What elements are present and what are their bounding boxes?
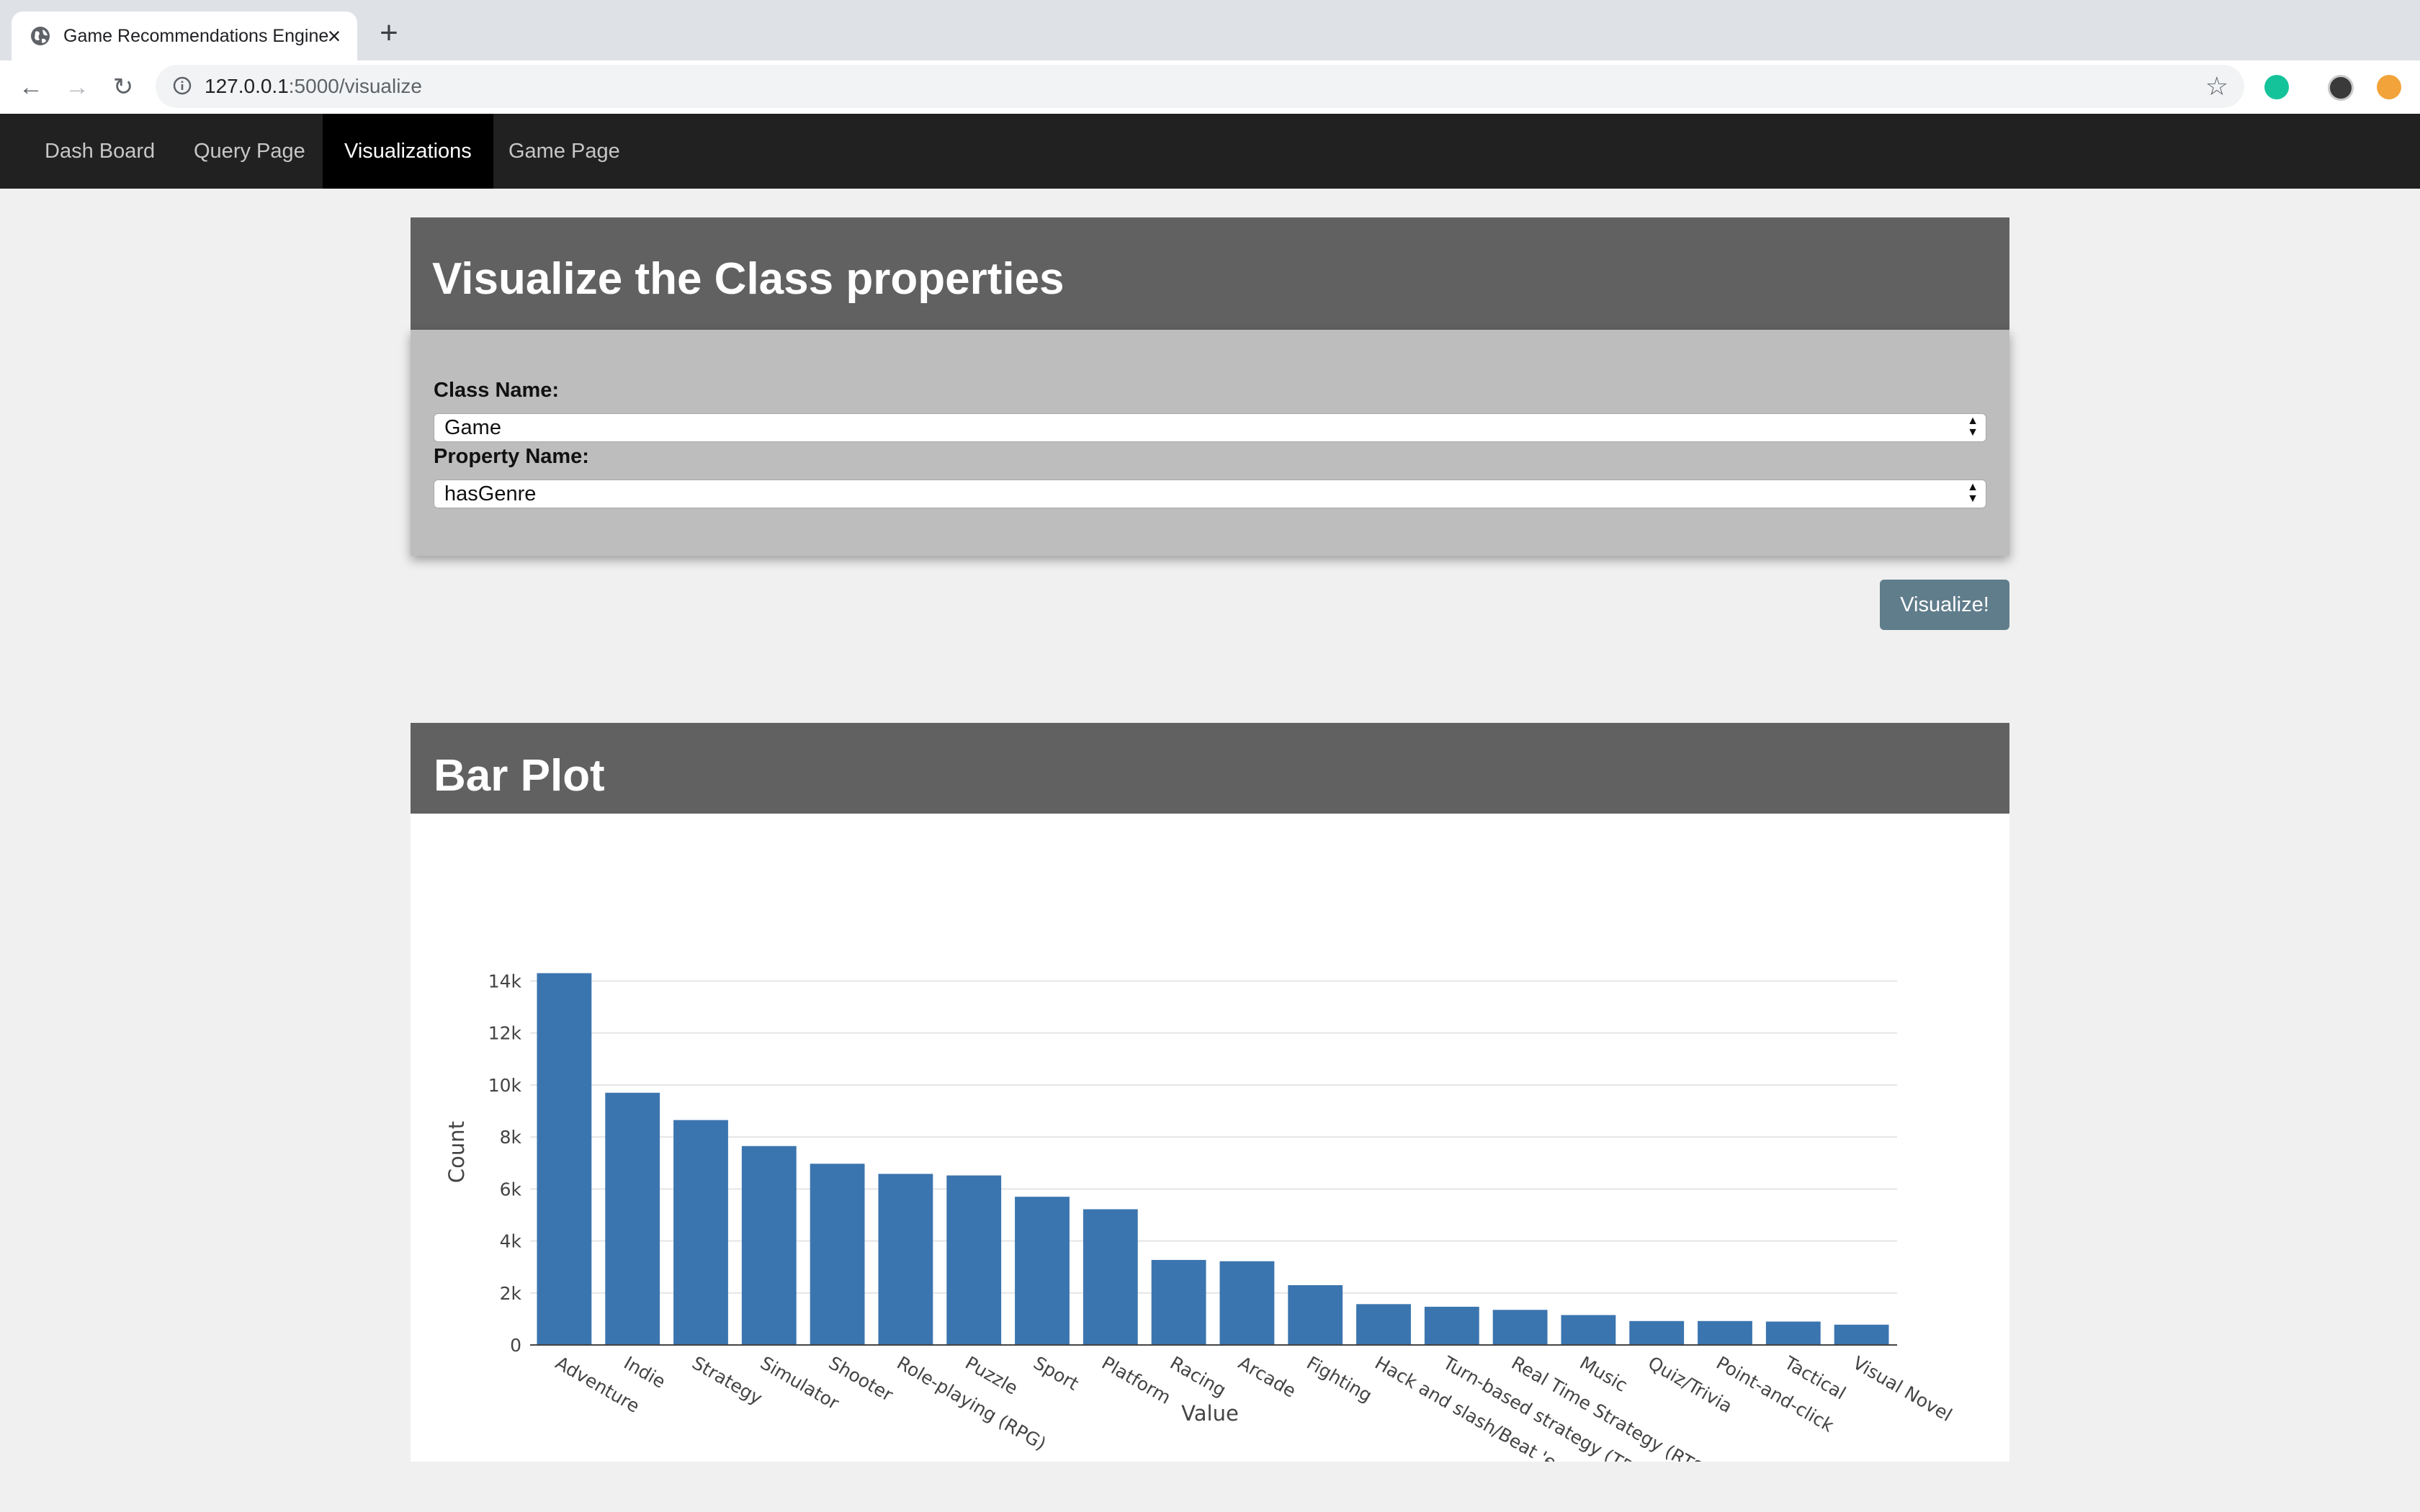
- chart-grid: [530, 980, 1897, 1346]
- x-tick-label: Sport: [1030, 1352, 1083, 1395]
- grammarly-icon[interactable]: [2264, 75, 2289, 99]
- x-tick-label: Music: [1576, 1352, 1631, 1396]
- property-name-label: Property Name:: [434, 445, 589, 468]
- x-tick-label: Indie: [620, 1352, 669, 1392]
- y-tick-label: 6k: [500, 1179, 522, 1200]
- x-tick-label: Racing: [1167, 1352, 1230, 1400]
- app-navbar: Dash Board Query Page Visualizations Gam…: [0, 114, 2420, 189]
- bar[interactable]: [1629, 1320, 1685, 1345]
- bar[interactable]: [1015, 1197, 1070, 1345]
- bar[interactable]: [1834, 1324, 1889, 1345]
- bar[interactable]: [1356, 1304, 1411, 1345]
- visualize-card-header: Visualize the Class properties: [411, 217, 2009, 330]
- globe-icon: [31, 27, 50, 45]
- y-axis-ticks: 0 2k 4k 6k 8k 10k 12k 14k: [488, 971, 522, 1356]
- url-text: 127.0.0.1:5000/visualize: [205, 73, 422, 99]
- select-arrows-icon: ▲ ▼: [1967, 481, 1978, 505]
- x-tick-label: Hack and slash/Beat 'em up: [1371, 1352, 1600, 1462]
- visualize-button[interactable]: Visualize!: [1880, 580, 2009, 630]
- y-axis-label: Count: [444, 1121, 469, 1183]
- y-tick-label: 0: [510, 1335, 521, 1356]
- class-name-select[interactable]: Game ▲ ▼: [434, 413, 1986, 442]
- x-axis-label: Value: [1181, 1401, 1239, 1426]
- chart-bars: [537, 973, 1889, 1346]
- bar[interactable]: [1151, 1259, 1206, 1345]
- plus-icon[interactable]: +: [375, 17, 403, 49]
- class-name-value: Game: [444, 416, 501, 439]
- property-name-select[interactable]: hasGenre ▲ ▼: [434, 480, 1986, 508]
- y-tick-label: 14k: [488, 971, 522, 991]
- bar[interactable]: [1219, 1261, 1275, 1345]
- x-tick-label: Fighting: [1303, 1352, 1376, 1406]
- browser-tab-strip: Game Recommendations Engine × +: [0, 0, 2420, 60]
- bar[interactable]: [1765, 1321, 1821, 1346]
- bar[interactable]: [1561, 1315, 1616, 1345]
- visualize-form: Class Name: Game ▲ ▼ Property Name: hasGe…: [411, 330, 2009, 556]
- bar-plot-title: Bar Plot: [434, 751, 605, 801]
- back-icon[interactable]: ←: [16, 72, 46, 102]
- address-bar[interactable]: 127.0.0.1:5000/visualize ☆: [156, 65, 2244, 108]
- info-icon[interactable]: [171, 75, 193, 96]
- bar[interactable]: [673, 1120, 728, 1345]
- bar[interactable]: [810, 1164, 865, 1345]
- y-tick-label: 8k: [500, 1127, 522, 1148]
- bar[interactable]: [1492, 1310, 1548, 1345]
- bar[interactable]: [537, 973, 592, 1345]
- browser-tab[interactable]: Game Recommendations Engine ×: [12, 12, 357, 60]
- x-tick-label: Visual Novel: [1850, 1352, 1956, 1426]
- nav-dashboard[interactable]: Dash Board: [23, 114, 176, 189]
- url-host: 127.0.0.1: [205, 75, 289, 97]
- profile-avatar[interactable]: [2328, 75, 2354, 101]
- bar[interactable]: [1083, 1209, 1138, 1346]
- tab-title: Game Recommendations Engine: [63, 26, 329, 46]
- x-tick-label: Point-and-click: [1713, 1352, 1837, 1436]
- y-tick-label: 4k: [500, 1231, 522, 1252]
- bar-chart: 02k4k6k8k10k12k14k AdventureIndie Strateg…: [444, 971, 1955, 1462]
- x-axis-ticks: AdventureIndie StrategySimulatorShooterRo…: [552, 1352, 1955, 1462]
- x-tick-label: Platform: [1098, 1352, 1175, 1408]
- nav-game-page[interactable]: Game Page: [487, 114, 642, 189]
- star-icon[interactable]: ☆: [2205, 72, 2228, 101]
- forward-icon[interactable]: →: [62, 72, 92, 102]
- browser-toolbar: ← → ↻ 127.0.0.1:5000/visualize ☆: [0, 60, 2420, 114]
- bar[interactable]: [1288, 1284, 1343, 1345]
- bar[interactable]: [1698, 1320, 1752, 1345]
- bar[interactable]: [741, 1146, 797, 1345]
- reload-icon[interactable]: ↻: [108, 72, 138, 102]
- bar[interactable]: [605, 1092, 660, 1345]
- y-tick-label: 12k: [488, 1023, 522, 1044]
- property-name-value: hasGenre: [444, 482, 537, 505]
- y-tick-label: 2k: [500, 1283, 522, 1304]
- x-tick-label: Arcade: [1234, 1352, 1299, 1402]
- bar[interactable]: [878, 1174, 933, 1345]
- close-icon[interactable]: ×: [323, 24, 346, 48]
- select-arrows-icon: ▲ ▼: [1967, 415, 1978, 438]
- bar[interactable]: [1424, 1306, 1479, 1345]
- y-tick-label: 10k: [488, 1075, 522, 1096]
- x-tick-label: Strategy: [689, 1352, 766, 1409]
- extension-icon[interactable]: [2377, 75, 2401, 99]
- bar[interactable]: [946, 1175, 1002, 1345]
- class-name-label: Class Name:: [434, 379, 560, 402]
- url-path: :5000/visualize: [288, 75, 423, 97]
- bar-plot-area: 0 2k 4k 6k 8k 10k 12k 14k Adventure Indie Strateg…: [411, 814, 2009, 1462]
- nav-visualizations[interactable]: Visualizations: [323, 114, 493, 189]
- nav-query-page[interactable]: Query Page: [172, 114, 327, 189]
- visualize-card-title: Visualize the Class properties: [432, 254, 1065, 304]
- bar-plot-header: Bar Plot: [411, 723, 2009, 814]
